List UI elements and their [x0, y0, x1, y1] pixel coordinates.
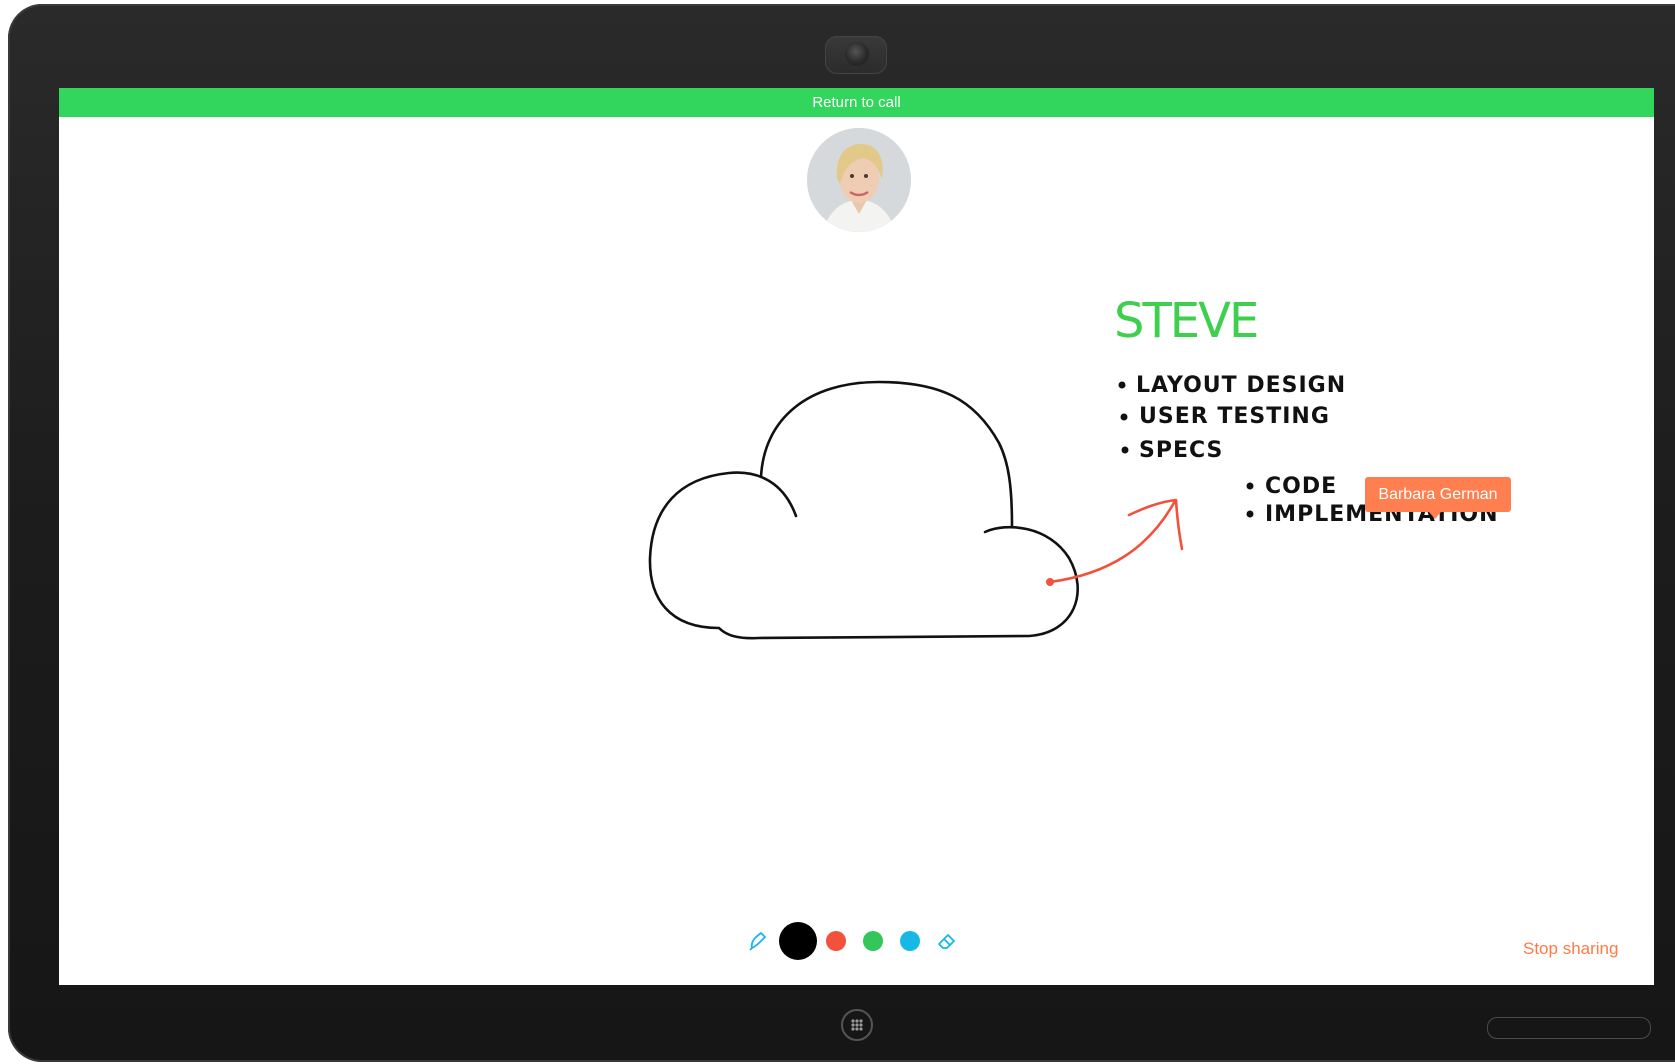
- stop-sharing-button[interactable]: Stop sharing: [1523, 939, 1618, 959]
- whiteboard-canvas[interactable]: STEVE LAYOUT DESIGN USER TESTING SPECS C…: [59, 88, 1654, 985]
- bullet: [1120, 413, 1128, 421]
- user-pointer-label: Barbara German: [1365, 477, 1511, 519]
- color-green-swatch[interactable]: [863, 931, 883, 951]
- color-blue-swatch[interactable]: [900, 931, 920, 951]
- bullet: [1246, 510, 1254, 518]
- list-item-user-testing: USER TESTING: [1139, 404, 1330, 429]
- pen-icon[interactable]: [747, 930, 769, 952]
- heading-steve: STEVE: [1114, 293, 1257, 349]
- eraser-icon[interactable]: [936, 930, 958, 952]
- bullet: [1118, 381, 1126, 389]
- camera-icon: [825, 36, 887, 74]
- bullet: [1121, 446, 1129, 454]
- list-item-layout-design: LAYOUT DESIGN: [1136, 373, 1346, 398]
- screen: Return to call STEVE LAYOUT DESIGN USER …: [59, 88, 1654, 985]
- pen-holder: [1487, 1017, 1651, 1039]
- cloud-drawing: [648, 380, 1079, 640]
- color-red-swatch[interactable]: [826, 931, 846, 951]
- color-black-swatch[interactable]: [779, 922, 817, 960]
- camera-lens: [845, 42, 869, 66]
- arrow-start-dot: [1046, 578, 1054, 586]
- list-item-specs: SPECS: [1139, 438, 1223, 463]
- list-item-code: CODE: [1265, 474, 1337, 499]
- device-bezel: Return to call STEVE LAYOUT DESIGN USER …: [8, 4, 1675, 1062]
- bullet: [1246, 482, 1254, 490]
- app-grid-icon[interactable]: [841, 1009, 873, 1041]
- arrow-drawing: [1048, 498, 1184, 584]
